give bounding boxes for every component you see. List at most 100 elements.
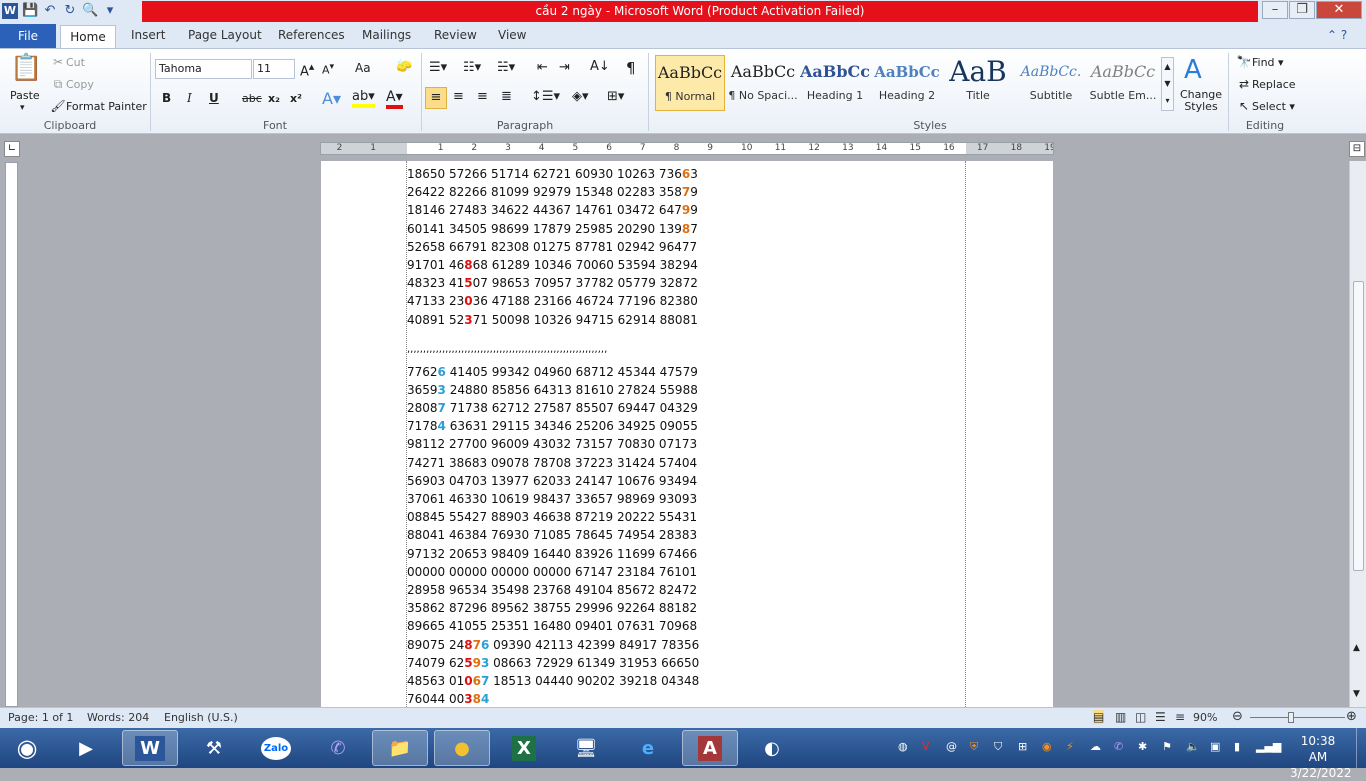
document-line[interactable]: 40891 52371 50098 10326 94715 62914 8808…	[407, 311, 699, 329]
word-logo-icon[interactable]: W	[2, 3, 18, 19]
signal-icon[interactable]: ▂▄▆	[1256, 740, 1281, 753]
document-line[interactable]: 08845 55427 88903 46638 87219 20222 5543…	[407, 508, 699, 526]
zoom-level[interactable]: 90%	[1193, 711, 1217, 724]
text-effects-icon[interactable]: A▾	[322, 89, 341, 108]
word-count[interactable]: Words: 204	[87, 711, 149, 724]
tab-selector-icon[interactable]: ∟	[4, 141, 20, 157]
grow-font-icon[interactable]: A▴	[300, 60, 314, 79]
tray-v-icon[interactable]: V	[922, 740, 930, 753]
document-line[interactable]: 37061 46330 10619 98437 33657 98969 9309…	[407, 490, 699, 508]
styles-scroll-icon[interactable]: ▲ ▼ ▾	[1161, 57, 1174, 111]
print-layout-icon[interactable]: ▤	[1093, 710, 1105, 724]
superscript-button[interactable]: x²	[290, 92, 302, 105]
document-body[interactable]: 18650 57266 51714 62721 60930 10263 7366…	[407, 165, 699, 708]
document-line[interactable]: 18146 27483 34622 44367 14761 03472 6479…	[407, 201, 699, 219]
tray-viber-icon[interactable]: ✆	[1114, 740, 1123, 753]
separator-line[interactable]: ,,,,,,,,,,,,,,,,,,,,,,,,,,,,,,,,,,,,,,,,…	[407, 341, 699, 363]
find-button[interactable]: 🔭Find ▾	[1236, 54, 1284, 70]
document-line[interactable]: 47133 23036 47188 23166 46724 77196 8238…	[407, 292, 699, 310]
document-line[interactable]: 74079 62593 08663 72929 61349 31953 6665…	[407, 654, 699, 672]
document-line[interactable]: 88041 46384 76930 71085 78645 74954 2838…	[407, 526, 699, 544]
scroll-down-icon[interactable]: ▼	[1353, 689, 1360, 699]
paste-dropdown-icon[interactable]: ▾	[20, 103, 25, 113]
document-line[interactable]: 36593 24880 85856 64313 81610 27824 5598…	[407, 381, 699, 399]
bullets-icon[interactable]: ☰▾	[429, 60, 447, 75]
change-styles-button[interactable]: Change Styles	[1178, 89, 1224, 113]
save-icon[interactable]: 💾	[22, 3, 38, 19]
change-styles-icon[interactable]: A	[1184, 55, 1202, 85]
copy-button[interactable]: ⧉ Copy	[50, 76, 94, 92]
style-heading-1[interactable]: AaBbCc Heading 1	[800, 55, 870, 111]
font-size-combo[interactable]: 11	[253, 59, 295, 79]
zoom-in-icon[interactable]: ⊕	[1346, 709, 1357, 724]
access-icon[interactable]: A	[682, 730, 738, 766]
tray-defender-icon[interactable]: ⛉	[994, 740, 1002, 754]
align-center-button[interactable]: ≡	[453, 89, 464, 104]
shrink-font-icon[interactable]: A▾	[322, 61, 334, 77]
italic-button[interactable]: I	[187, 91, 192, 105]
document-line[interactable]: 77626 41405 99342 04960 68712 45344 4757…	[407, 363, 699, 381]
document-line[interactable]: 00000 00000 00000 00000 67147 23184 7610…	[407, 563, 699, 581]
zoom-slider[interactable]	[1250, 717, 1345, 718]
zoom-out-icon[interactable]: ⊖	[1232, 709, 1243, 724]
tab-view[interactable]: View	[498, 28, 526, 42]
clock[interactable]: 10:38 AM 3/22/2022	[1290, 733, 1352, 781]
tray-flag-icon[interactable]: ⚑	[1162, 740, 1172, 753]
style-normal[interactable]: AaBbCc ¶ Normal	[655, 55, 725, 111]
paste-button[interactable]: Paste	[10, 89, 40, 102]
decrease-indent-icon[interactable]: ⇤	[537, 60, 548, 75]
tab-home[interactable]: Home	[60, 25, 116, 49]
increase-indent-icon[interactable]: ⇥	[559, 60, 570, 75]
tray-at-icon[interactable]: @	[946, 740, 957, 753]
style-title[interactable]: AaB Title	[943, 55, 1013, 111]
tab-file[interactable]: File	[0, 24, 56, 48]
line-spacing-icon[interactable]: ↕☰▾	[531, 89, 560, 104]
document-line[interactable]: 76044 00384	[407, 690, 699, 708]
font-color-icon[interactable]: A▾	[386, 89, 403, 109]
tab-insert[interactable]: Insert	[131, 28, 165, 42]
internet-explorer-icon[interactable]: e	[620, 730, 676, 766]
tab-review[interactable]: Review	[434, 28, 477, 42]
underline-button[interactable]: U	[209, 91, 219, 105]
sort-icon[interactable]: A↓	[590, 59, 610, 74]
print-preview-icon[interactable]: 🔍	[82, 3, 98, 19]
horizontal-ruler[interactable]: 2112345678910111213141516171819	[320, 142, 1054, 155]
media-player-icon[interactable]: ▶	[58, 730, 114, 766]
zalo-icon[interactable]: Zalo	[248, 730, 304, 766]
document-line[interactable]: 74271 38683 09078 78708 37223 31424 5740…	[407, 454, 699, 472]
bold-button[interactable]: B	[162, 91, 171, 105]
style-subtle-emphasis[interactable]: AaBbCc Subtle Em...	[1088, 55, 1158, 111]
clear-formatting-icon[interactable]: 🧽	[396, 59, 412, 74]
document-line[interactable]: 48323 41507 98653 70957 37782 05779 3287…	[407, 274, 699, 292]
view-ruler-icon[interactable]: ⊟	[1349, 141, 1365, 157]
outline-icon[interactable]: ☰	[1155, 710, 1166, 724]
word-taskbar-icon[interactable]: W	[122, 730, 178, 766]
document-line[interactable]: 52658 66791 82308 01275 87781 02942 9647…	[407, 238, 699, 256]
scrollbar-thumb[interactable]	[1353, 281, 1364, 571]
align-left-button[interactable]: ≡	[425, 87, 447, 109]
remote-desktop-icon[interactable]: 🖥	[558, 730, 614, 766]
document-line[interactable]: 71784 63631 29115 34346 25206 34925 0905…	[407, 417, 699, 435]
document-line[interactable]: 35862 87296 89562 38755 29996 92264 8818…	[407, 599, 699, 617]
style-no-spacing[interactable]: AaBbCc ¶ No Spaci...	[728, 55, 798, 111]
vertical-ruler[interactable]	[5, 162, 18, 707]
style-heading-2[interactable]: AaBbCc Heading 2	[872, 55, 942, 111]
chrome-icon[interactable]: ●	[434, 730, 490, 766]
paste-icon[interactable]: 📋	[10, 53, 42, 83]
tray-app-icon[interactable]: ◉	[1042, 740, 1052, 753]
show-desktop-button[interactable]	[1356, 728, 1366, 768]
subscript-button[interactable]: x₂	[268, 92, 280, 105]
document-line[interactable]: 98112 27700 96009 43032 73157 70830 0717…	[407, 435, 699, 453]
undo-icon[interactable]: ↶	[42, 3, 58, 19]
draft-icon[interactable]: ≡	[1175, 710, 1185, 724]
restore-button[interactable]: ❐	[1289, 1, 1315, 19]
replace-button[interactable]: ⇄ Replace	[1236, 76, 1296, 92]
customize-qat-icon[interactable]: ▾	[102, 3, 118, 19]
justify-button[interactable]: ≣	[501, 89, 512, 104]
document-line[interactable]: 48563 01067 18513 04440 90202 39218 0434…	[407, 672, 699, 690]
document-line[interactable]: 60141 34505 98699 17879 25985 20290 1398…	[407, 220, 699, 238]
tray-zalo-icon[interactable]: ◍	[898, 740, 908, 753]
multilevel-list-icon[interactable]: ☵▾	[497, 60, 515, 75]
font-name-combo[interactable]: Tahoma	[155, 59, 252, 79]
full-screen-icon[interactable]: ▥	[1115, 710, 1126, 724]
